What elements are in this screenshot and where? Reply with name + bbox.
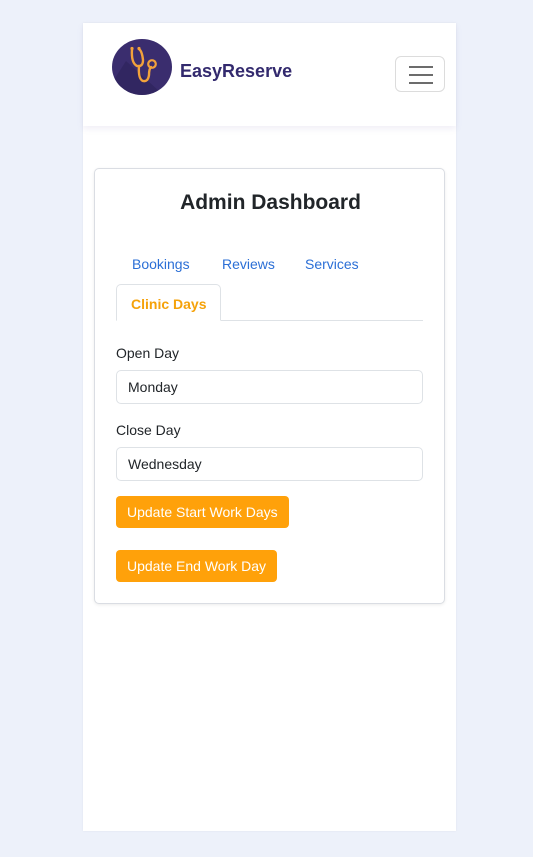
dashboard-tabs: Bookings Reviews Services Clinic Days: [116, 239, 423, 321]
open-day-label: Open Day: [116, 345, 180, 361]
update-end-work-day-button[interactable]: Update End Work Day: [116, 550, 278, 582]
tab-reviews[interactable]: Reviews: [222, 256, 275, 272]
stethoscope-icon: [112, 46, 170, 95]
brand-name[interactable]: EasyReserve: [180, 61, 292, 82]
tab-clinic-days[interactable]: Clinic Days: [116, 284, 222, 321]
open-day-input[interactable]: [116, 370, 423, 404]
navbar: EasyReserve: [83, 23, 456, 126]
menu-toggle-button[interactable]: [395, 56, 445, 92]
close-day-label: Close Day: [116, 422, 181, 438]
close-day-input[interactable]: [116, 447, 423, 481]
hamburger-menu-icon-line: [409, 74, 433, 76]
app-container: EasyReserve Admin Dashboard Bookings Rev…: [83, 23, 456, 831]
brand-logo[interactable]: [112, 39, 172, 95]
tab-services[interactable]: Services: [305, 256, 359, 272]
tab-bookings[interactable]: Bookings: [132, 256, 190, 272]
hamburger-menu-icon: [409, 66, 433, 68]
hamburger-menu-icon-line: [409, 82, 433, 84]
update-start-work-days-button[interactable]: Update Start Work Days: [116, 496, 289, 528]
page-title: Admin Dashboard: [180, 191, 361, 214]
dashboard-card: Admin Dashboard Bookings Reviews Service…: [94, 168, 445, 604]
